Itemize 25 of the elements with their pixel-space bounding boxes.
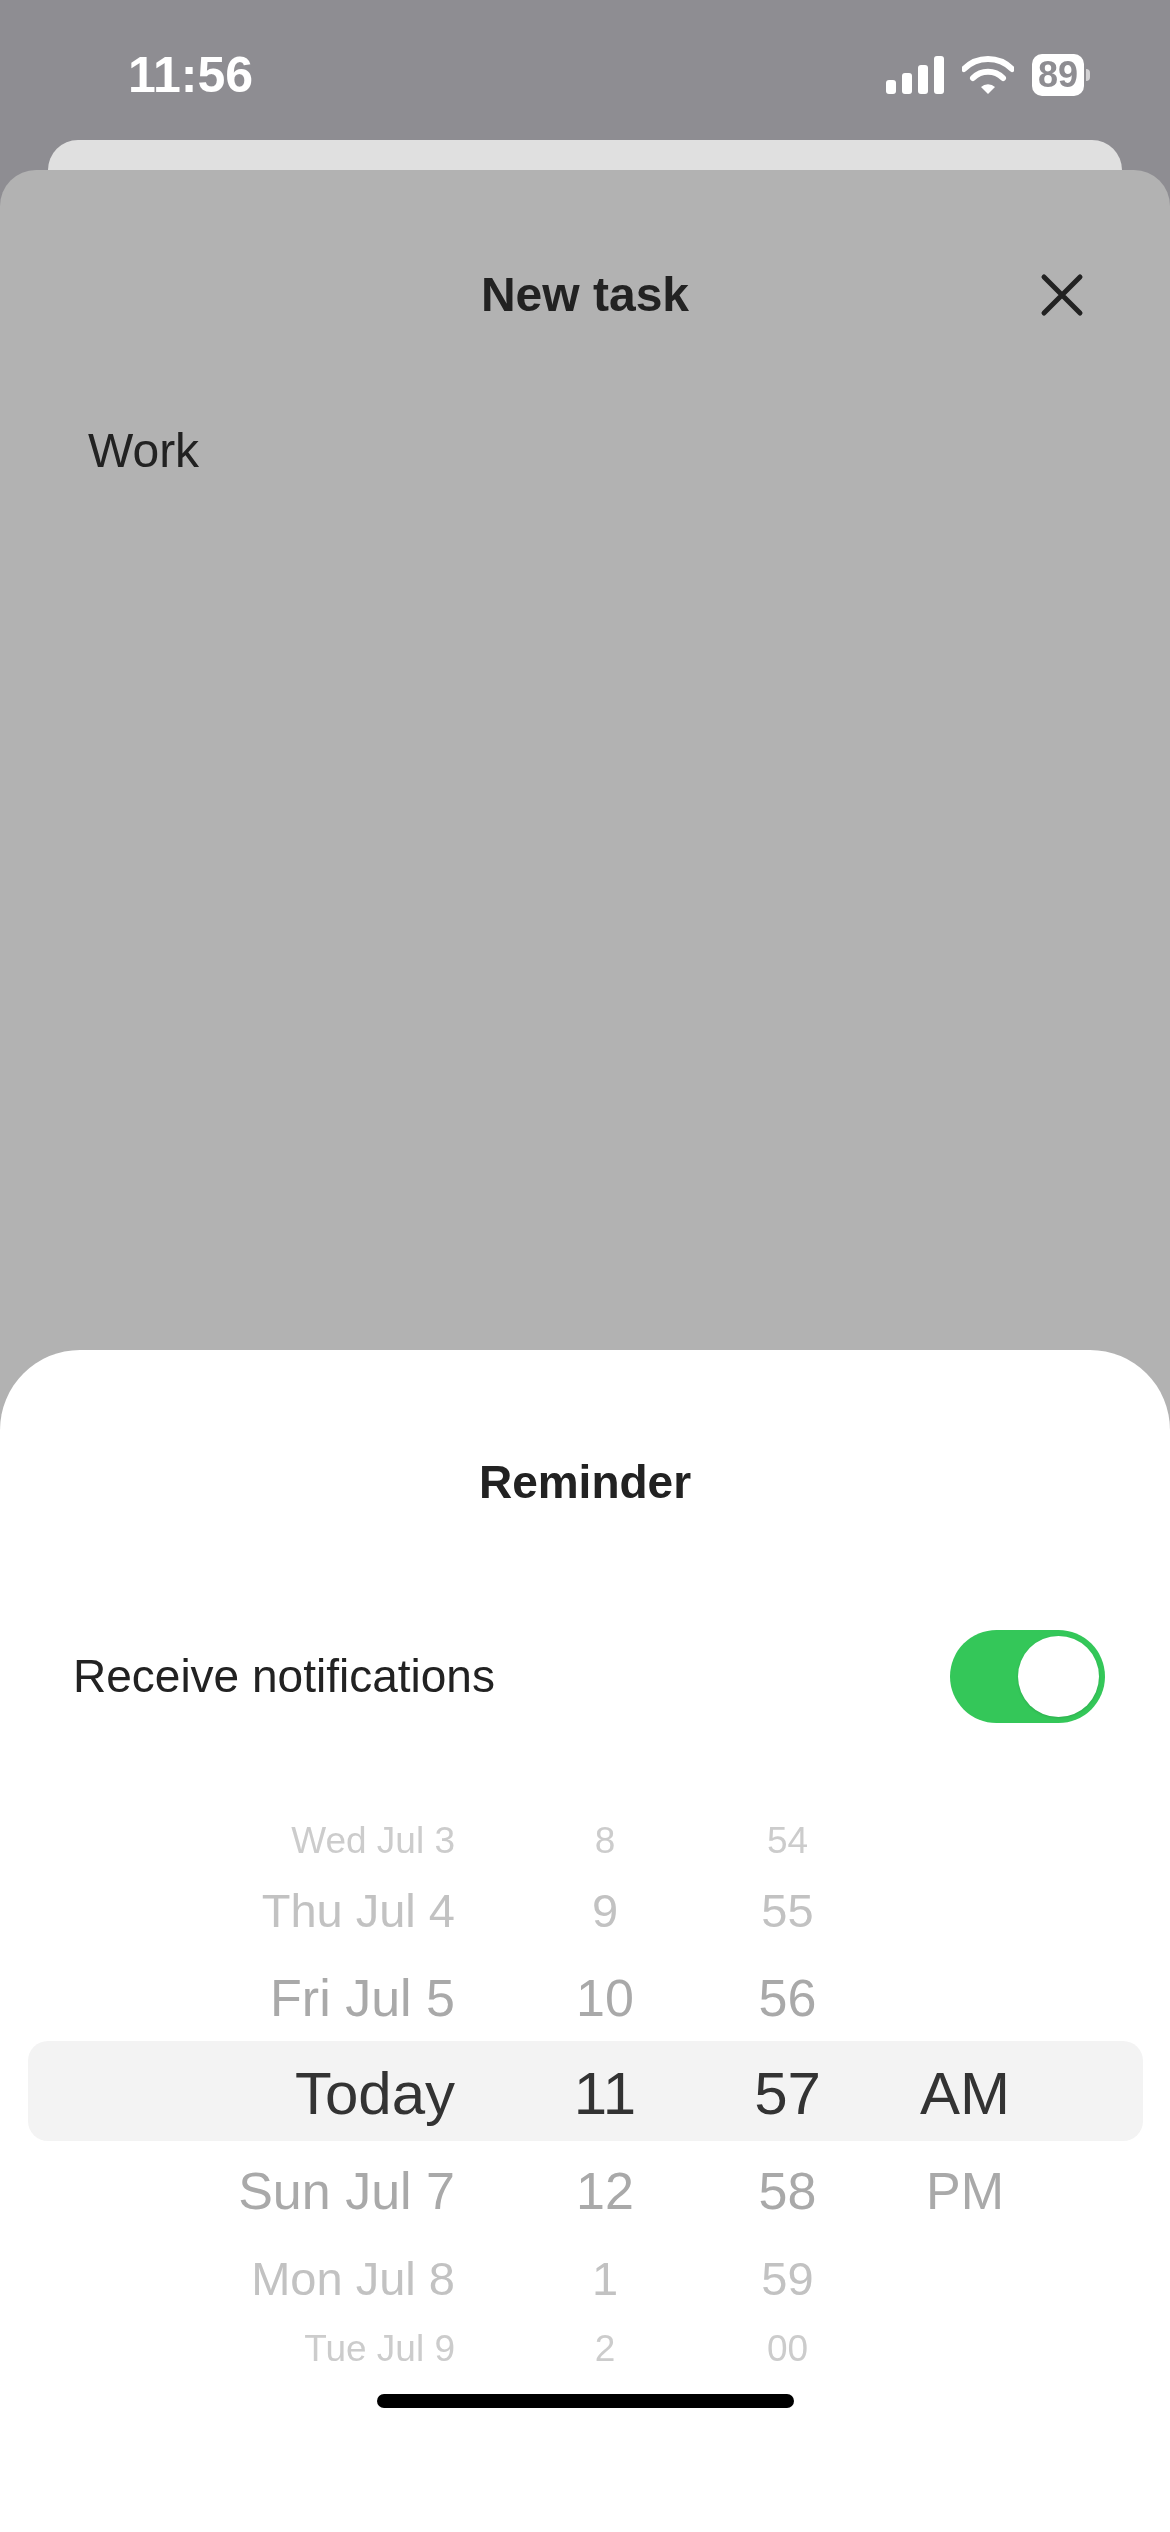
date-option[interactable]: Mon Jul 8 (251, 2254, 455, 2302)
minute-option[interactable]: 56 (758, 1971, 817, 2024)
hour-option[interactable]: 10 (576, 1971, 634, 2024)
period-option[interactable]: AM (920, 2064, 1010, 2124)
status-time: 11:56 (128, 45, 254, 105)
date-option[interactable]: Today (294, 2064, 455, 2124)
notifications-label: Receive notifications (73, 1649, 495, 1704)
sheet-title: Reminder (478, 1455, 692, 1510)
hour-option[interactable]: 9 (591, 1886, 619, 1934)
minute-option[interactable]: 57 (754, 2064, 821, 2124)
minute-option[interactable]: 59 (761, 2254, 814, 2302)
minute-option[interactable]: 58 (758, 2164, 817, 2217)
date-option[interactable]: Sun Jul 7 (238, 2164, 455, 2217)
sheet-title: New task (480, 267, 690, 323)
date-option[interactable]: Fri Jul 5 (270, 1971, 455, 2024)
signal-icon (885, 56, 944, 94)
wifi-icon (961, 56, 1014, 94)
hour-option[interactable]: 1 (591, 2254, 619, 2302)
hour-option[interactable]: 12 (576, 2164, 634, 2217)
minute-option[interactable]: 55 (761, 1886, 814, 1934)
date-option[interactable]: Thu Jul 4 (261, 1886, 455, 1934)
period-option[interactable]: PM (926, 2164, 1004, 2217)
hour-option[interactable]: 11 (573, 2064, 637, 2124)
list-name: Work (88, 424, 200, 477)
close-icon[interactable] (1040, 273, 1084, 317)
